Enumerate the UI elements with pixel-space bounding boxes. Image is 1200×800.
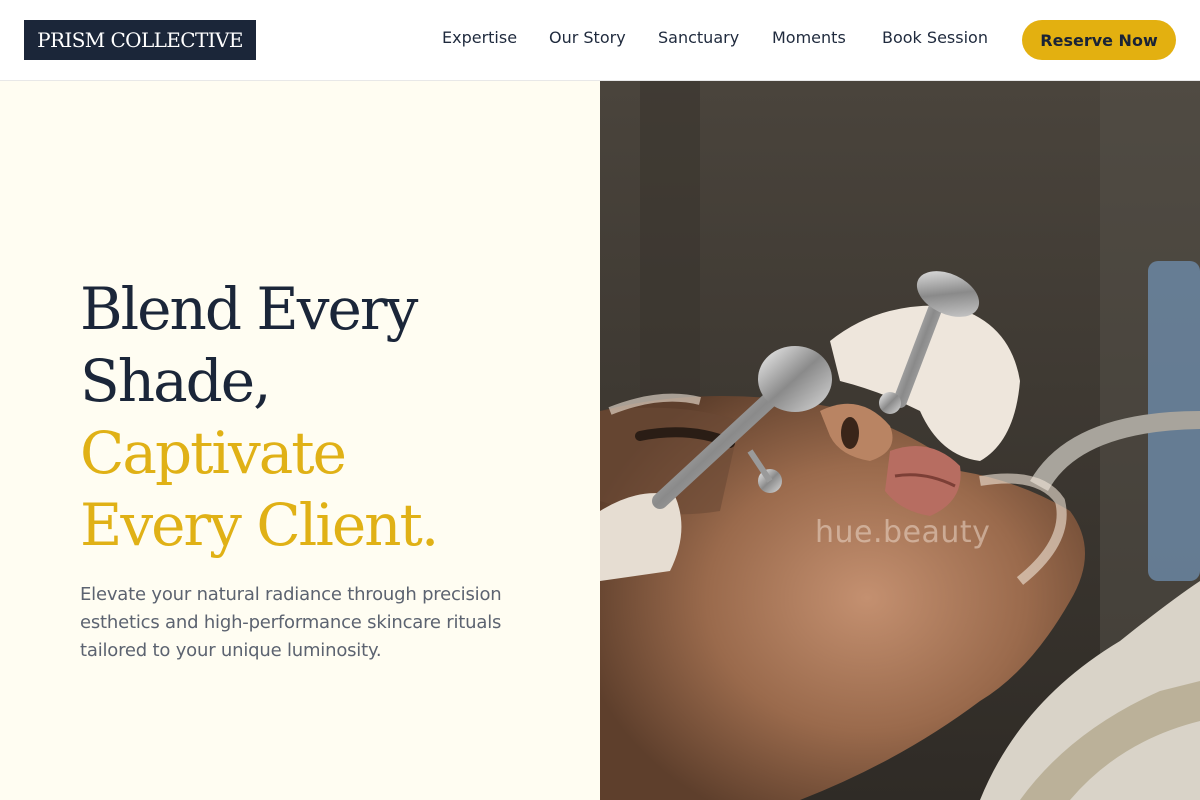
nav-link-sanctuary[interactable]: Sanctuary (658, 29, 739, 47)
nav-link-our-story[interactable]: Our Story (549, 29, 626, 47)
headline-line-3: Captivate (80, 419, 347, 487)
nav-link-book-session[interactable]: Book Session (882, 29, 988, 47)
site-header: PRISM COLLECTIVE Expertise Our Story San… (0, 0, 1200, 81)
headline-line-4: Every Client. (80, 491, 439, 559)
hero-photo-facial-treatment: hue.beauty (600, 81, 1200, 800)
hero-headline: Blend Every Shade, Captivate Every Clien… (80, 273, 580, 561)
brand-logo[interactable]: PRISM COLLECTIVE (24, 20, 256, 60)
nav-link-moments[interactable]: Moments (772, 29, 846, 47)
image-watermark: hue.beauty (815, 515, 991, 550)
reserve-now-button[interactable]: Reserve Now (1022, 20, 1176, 60)
hero-text-panel: Blend Every Shade, Captivate Every Clien… (0, 81, 600, 800)
headline-line-2: Shade, (80, 347, 272, 415)
nav-link-expertise[interactable]: Expertise (442, 29, 517, 47)
hero-description: Elevate your natural radiance through pr… (80, 584, 502, 661)
facial-treatment-illustration (600, 81, 1200, 800)
headline-line-1: Blend Every (80, 275, 418, 343)
